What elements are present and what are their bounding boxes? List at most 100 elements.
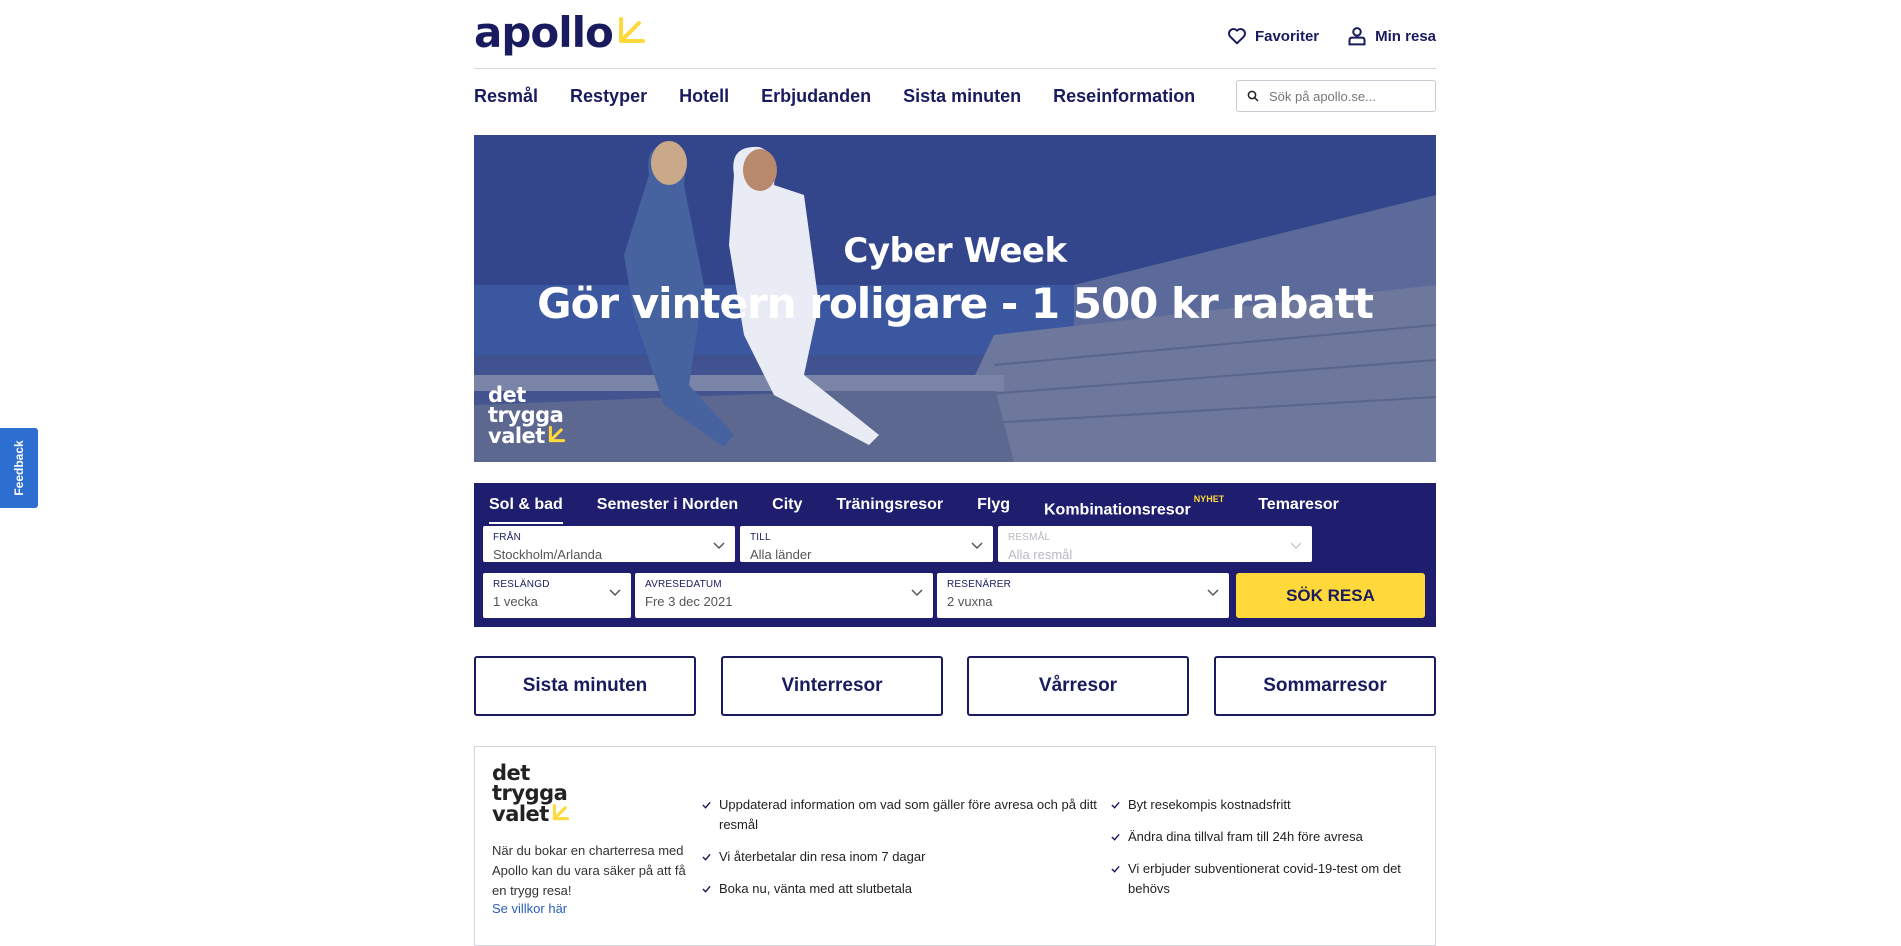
tab-city[interactable]: City	[772, 493, 802, 522]
to-value: Alla länder	[750, 547, 812, 562]
safe-travel-info: det trygga valet När du bokar en charter…	[474, 746, 1436, 946]
apollo-logo[interactable]: apollo	[474, 12, 647, 54]
badge-line-3: valet	[488, 424, 566, 448]
feedback-tab[interactable]: Feedback	[0, 428, 38, 508]
search-icon[interactable]	[1247, 90, 1259, 102]
feedback-label: Feedback	[12, 440, 26, 496]
hero-banner[interactable]: Cyber Week Gör vintern roligare - 1 500 …	[474, 135, 1436, 462]
benefit-text: Vi erbjuder subventionerat covid-19-test…	[1128, 861, 1401, 896]
tab-kombinationsresor[interactable]: KombinationsresorNYHET	[1044, 493, 1224, 522]
quick-link-varresor[interactable]: Vårresor	[967, 656, 1189, 716]
nav-item-sista-minuten[interactable]: Sista minuten	[903, 84, 1021, 108]
check-icon	[702, 853, 711, 861]
chevron-down-icon	[609, 589, 621, 597]
duration-select[interactable]: RESLÄNGD 1 vecka	[483, 573, 631, 618]
tab-traningsresor[interactable]: Träningsresor	[836, 493, 943, 522]
trygga-valet-logo: det trygga valet	[492, 761, 570, 826]
quick-link-sommarresor[interactable]: Sommarresor	[1214, 656, 1436, 716]
chevron-down-icon	[971, 542, 983, 550]
hero-title: Gör vintern roligare - 1 500 kr rabatt	[537, 279, 1374, 328]
quick-link-vinterresor[interactable]: Vinterresor	[721, 656, 943, 716]
badge-line-2: trygga	[488, 403, 564, 427]
nav-item-restyper[interactable]: Restyper	[570, 84, 647, 108]
list-item: Vi erbjuder subventionerat covid-19-test…	[1111, 859, 1421, 899]
chevron-down-icon	[911, 589, 923, 597]
trip-type-tabs: Sol & bad Semester i Norden City Träning…	[489, 493, 1339, 525]
trygga-valet-badge: det trygga valet	[488, 383, 566, 448]
search-trip-button[interactable]: SÖK RESA	[1236, 573, 1425, 618]
site-search	[1236, 80, 1436, 112]
from-label: FRÅN	[493, 532, 522, 543]
date-value: Fre 3 dec 2021	[645, 594, 733, 609]
sun-logo-icon	[552, 803, 569, 821]
check-icon	[702, 885, 711, 893]
to-select[interactable]: TILL Alla länder	[740, 526, 993, 562]
nav-item-reseinformation[interactable]: Reseinformation	[1053, 84, 1195, 108]
terms-link[interactable]: Se villkor här	[492, 901, 567, 916]
badge-line-1: det	[488, 383, 526, 407]
tab-flyg[interactable]: Flyg	[977, 493, 1010, 522]
benefits-list-1: Uppdaterad information om vad som gäller…	[702, 795, 1097, 911]
list-item: Byt resekompis kostnadsfritt	[1111, 795, 1421, 815]
travellers-select[interactable]: RESENÄRER 2 vuxna	[937, 573, 1229, 618]
heart-icon	[1227, 28, 1246, 45]
nav-item-resmal[interactable]: Resmål	[474, 84, 538, 108]
list-item: Ändra dina tillval fram till 24h före av…	[1111, 827, 1421, 847]
chevron-down-icon	[1207, 589, 1219, 597]
hero-subtitle: Cyber Week	[843, 231, 1067, 271]
info-description: När du bokar en charterresa med Apollo k…	[492, 843, 686, 898]
tab-semester-i-norden[interactable]: Semester i Norden	[597, 493, 738, 522]
duration-label: RESLÄNGD	[493, 579, 550, 590]
from-select[interactable]: FRÅN Stockholm/Arlanda	[483, 526, 735, 562]
benefit-text: Vi återbetalar din resa inom 7 dagar	[719, 849, 926, 864]
badge-line-3-text: valet	[492, 802, 549, 826]
sun-logo-icon	[548, 425, 565, 443]
main-nav: Resmål Restyper Hotell Erbjudanden Sista…	[474, 84, 1195, 108]
from-value: Stockholm/Arlanda	[493, 547, 603, 562]
destination-value: Alla resmål	[1008, 547, 1073, 562]
date-select[interactable]: AVRESEDATUM Fre 3 dec 2021	[635, 573, 933, 618]
to-label: TILL	[750, 532, 771, 543]
favorites-label: Favoriter	[1254, 27, 1320, 45]
benefit-text: Byt resekompis kostnadsfritt	[1128, 797, 1291, 812]
travellers-value: 2 vuxna	[947, 594, 993, 609]
list-item: Vi återbetalar din resa inom 7 dagar	[702, 847, 1097, 867]
tab-kombinationsresor-label: Kombinationsresor	[1044, 501, 1191, 519]
chevron-down-icon	[713, 542, 725, 550]
sun-logo-icon	[618, 17, 645, 43]
my-trip-button[interactable]: Min resa	[1347, 26, 1436, 46]
check-icon	[1111, 865, 1120, 873]
chevron-down-icon	[1290, 542, 1302, 550]
benefit-text: Boka nu, vänta med att slutbetala	[719, 881, 912, 896]
benefit-text: Ändra dina tillval fram till 24h före av…	[1128, 829, 1363, 844]
destination-select[interactable]: RESMÅL Alla resmål	[998, 526, 1312, 562]
badge-line-1: det	[492, 761, 530, 785]
destination-label: RESMÅL	[1008, 532, 1051, 543]
header-divider	[474, 68, 1436, 69]
favorites-button[interactable]: Favoriter	[1227, 27, 1319, 45]
travellers-label: RESENÄRER	[947, 579, 1012, 590]
check-icon	[1111, 801, 1120, 809]
nav-item-erbjudanden[interactable]: Erbjudanden	[761, 84, 871, 108]
user-icon	[1348, 27, 1366, 46]
booking-widget: Sol & bad Semester i Norden City Träning…	[474, 483, 1436, 627]
badge-line-2: trygga	[492, 781, 568, 805]
duration-value: 1 vecka	[493, 594, 538, 609]
search-input[interactable]	[1267, 87, 1431, 105]
tab-sol-bad[interactable]: Sol & bad	[489, 493, 563, 525]
logo-text: apollo	[474, 8, 614, 57]
list-item: Boka nu, vänta med att slutbetala	[702, 879, 1097, 899]
date-label: AVRESEDATUM	[645, 579, 722, 590]
check-icon	[1111, 833, 1120, 841]
badge-line-3: valet	[492, 802, 570, 826]
tab-temaresor[interactable]: Temaresor	[1258, 493, 1339, 522]
my-trip-label: Min resa	[1375, 27, 1436, 45]
nav-item-hotell[interactable]: Hotell	[679, 84, 729, 108]
new-badge: NYHET	[1193, 494, 1225, 504]
benefits-list-2: Byt resekompis kostnadsfritt Ändra dina …	[1111, 795, 1421, 911]
benefit-text: Uppdaterad information om vad som gäller…	[719, 797, 1097, 832]
badge-line-3-text: valet	[488, 424, 545, 448]
list-item: Uppdaterad information om vad som gäller…	[702, 795, 1097, 835]
check-icon	[702, 801, 711, 809]
quick-link-sista-minuten[interactable]: Sista minuten	[474, 656, 696, 716]
